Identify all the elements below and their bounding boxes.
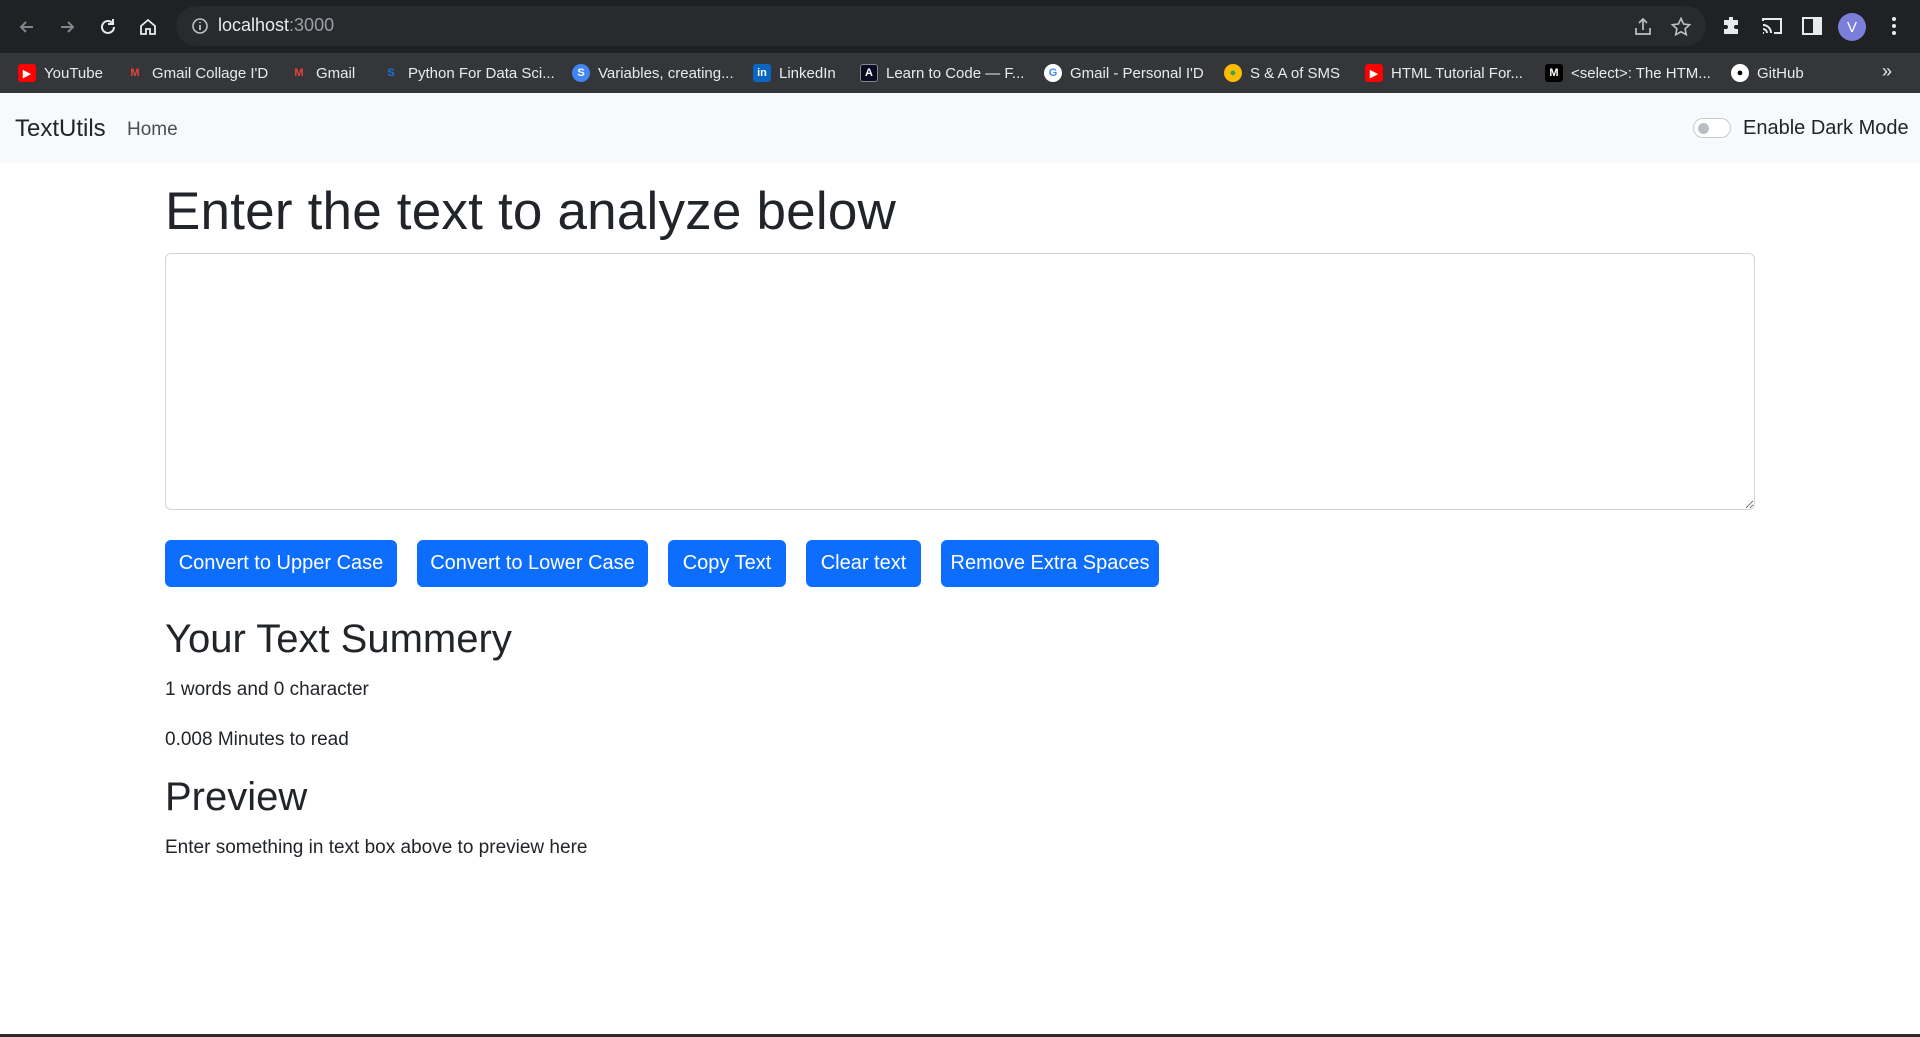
bookmark-label: HTML Tutorial For... [1391, 64, 1523, 82]
reload-button[interactable] [93, 12, 123, 42]
mdn-icon: M [1545, 64, 1563, 82]
bookmark-sms[interactable]: ● S & A of SMS [1224, 61, 1340, 85]
page-title: Enter the text to analyze below [165, 182, 896, 241]
dark-mode-label[interactable]: Enable Dark Mode [1743, 117, 1909, 140]
bookmark-python[interactable]: S Python For Data Sci... [382, 61, 555, 85]
bookmark-html-tutorial[interactable]: ▶ HTML Tutorial For... [1365, 61, 1523, 85]
avatar-initial: V [1846, 18, 1857, 36]
profile-avatar[interactable]: V [1838, 13, 1866, 41]
google-icon: G [1044, 64, 1062, 82]
remove-spaces-button[interactable]: Remove Extra Spaces [941, 540, 1159, 587]
bookmark-gmail[interactable]: M Gmail [290, 61, 355, 85]
read-time: 0.008 Minutes to read [165, 729, 349, 750]
bookmark-linkedin[interactable]: in LinkedIn [753, 61, 836, 85]
bookmark-label: GitHub [1757, 64, 1804, 82]
youtube-icon: ▶ [18, 64, 36, 82]
nav-home-link[interactable]: Home [127, 119, 178, 141]
bookmark-label: Gmail Collage I'D [152, 64, 269, 82]
gmail-icon: M [294, 67, 304, 79]
url-text: localhost:3000 [218, 15, 335, 35]
home-button[interactable] [133, 12, 163, 42]
info-icon[interactable] [190, 16, 210, 36]
uppercase-button[interactable]: Convert to Upper Case [165, 540, 397, 587]
preview-heading: Preview [165, 775, 308, 819]
bookmark-label: LinkedIn [779, 64, 836, 82]
home-icon [140, 18, 156, 35]
python-course-icon: S [387, 67, 395, 79]
linkedin-icon: in [753, 64, 771, 82]
share-icon[interactable] [1632, 16, 1654, 38]
arrow-right-icon [61, 21, 75, 33]
bookmark-mdn-select[interactable]: M <select>: The HTM... [1545, 61, 1711, 85]
bookmark-youtube[interactable]: ▶ YouTube [18, 61, 103, 85]
bookmark-gmail-collage[interactable]: M Gmail Collage I'D [126, 61, 268, 85]
gmail-icon: M [130, 67, 140, 79]
forward-button[interactable] [52, 12, 82, 42]
bookmark-freecodecamp[interactable]: A Learn to Code — F... [860, 61, 1024, 85]
browser-toolbar: localhost:3000 V [0, 0, 1920, 53]
w3-icon: S [572, 64, 590, 82]
copy-text-button[interactable]: Copy Text [668, 540, 786, 587]
bookmark-label: Gmail - Personal I'D [1070, 64, 1204, 82]
arrow-left-icon [19, 21, 33, 33]
reload-icon [101, 19, 115, 34]
text-input[interactable] [165, 253, 1755, 510]
star-icon[interactable] [1670, 16, 1692, 38]
app-navbar: TextUtils Home Enable Dark Mode [0, 93, 1920, 163]
bookmarks-bar: ▶ YouTube M Gmail Collage I'D M Gmail S … [0, 53, 1920, 93]
youtube-icon: ▶ [1365, 64, 1383, 82]
bookmark-variables[interactable]: S Variables, creating... [572, 61, 734, 85]
back-button[interactable] [12, 12, 42, 42]
toggle-knob [1698, 123, 1709, 134]
extensions-icon[interactable] [1720, 14, 1744, 38]
bookmark-gmail-personal[interactable]: G Gmail - Personal I'D [1044, 61, 1204, 85]
github-icon: ● [1731, 64, 1749, 82]
bookmark-label: S & A of SMS [1250, 64, 1341, 82]
more-bookmarks-icon[interactable]: » [1882, 61, 1892, 82]
drive-icon: ● [1224, 64, 1242, 82]
bookmark-label: Python For Data Sci... [408, 64, 555, 82]
clear-text-button[interactable]: Clear text [806, 540, 921, 587]
freecodecamp-icon: A [860, 64, 878, 82]
bookmark-github[interactable]: ● GitHub [1731, 61, 1804, 85]
brand-link[interactable]: TextUtils [15, 115, 106, 143]
address-bar[interactable]: localhost:3000 [176, 6, 1706, 46]
bookmark-label: YouTube [44, 64, 103, 82]
summary-heading: Your Text Summery [165, 617, 512, 661]
kebab-menu-icon[interactable] [1882, 14, 1906, 38]
bookmark-label: Variables, creating... [598, 64, 734, 82]
bookmark-label: Gmail [316, 64, 356, 82]
lowercase-button[interactable]: Convert to Lower Case [417, 540, 648, 587]
cast-icon[interactable] [1760, 14, 1784, 38]
word-char-count: 1 words and 0 character [165, 679, 369, 700]
dark-mode-toggle[interactable] [1693, 118, 1731, 138]
preview-text: Enter something in text box above to pre… [165, 837, 588, 858]
bookmark-label: <select>: The HTM... [1571, 64, 1711, 82]
bookmark-label: Learn to Code — F... [886, 64, 1025, 82]
side-panel-icon[interactable] [1800, 14, 1824, 38]
